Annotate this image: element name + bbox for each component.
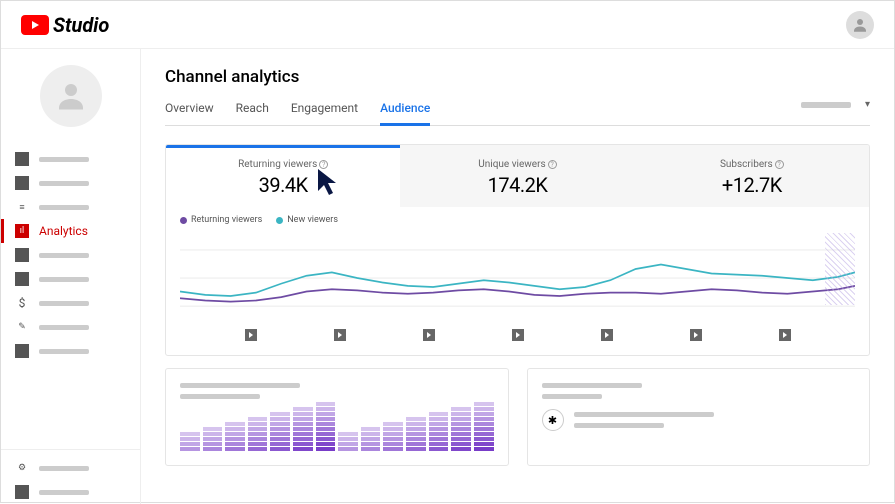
incomplete-data-region xyxy=(825,233,855,305)
cursor-icon xyxy=(316,167,342,197)
analytics-tabs: Overview Reach Engagement Audience ▾ xyxy=(165,101,870,126)
sidebar-item-analytics[interactable]: ıl Analytics xyxy=(1,219,140,243)
metric-unique-viewers[interactable]: Unique viewers? 174.2K xyxy=(400,145,634,207)
key-metrics-card: Returning viewers? 39.4K Unique viewers?… xyxy=(165,144,870,356)
channel-avatar[interactable] xyxy=(40,65,102,127)
sidebar-item-monetization[interactable]: $ xyxy=(1,291,140,315)
metric-returning-viewers[interactable]: Returning viewers? 39.4K xyxy=(166,145,400,207)
legend-returning: Returning viewers xyxy=(180,215,262,225)
tab-overview[interactable]: Overview xyxy=(165,101,214,125)
subtitle-icon xyxy=(15,272,29,286)
page-title: Channel analytics xyxy=(165,67,870,87)
sidebar-item-subtitles[interactable] xyxy=(1,267,140,291)
video-marker-icon[interactable] xyxy=(601,329,613,341)
metric-subscribers[interactable]: Subscribers? +12.7K xyxy=(635,145,869,207)
person-icon xyxy=(851,16,869,34)
sidebar-item-customization[interactable]: ✎ xyxy=(1,315,140,339)
person-icon xyxy=(53,78,89,114)
video-marker-icon[interactable] xyxy=(245,329,257,341)
play-square-icon xyxy=(15,176,29,190)
video-markers xyxy=(166,323,869,355)
metric-value: 174.2K xyxy=(406,173,628,197)
sidebar-item-content[interactable] xyxy=(1,171,140,195)
sidebar-item-audio[interactable] xyxy=(1,339,140,363)
video-marker-icon[interactable] xyxy=(423,329,435,341)
video-marker-icon[interactable] xyxy=(779,329,791,341)
sidebar-item-feedback[interactable] xyxy=(1,480,140,504)
video-marker-icon[interactable] xyxy=(334,329,346,341)
watch-time-card[interactable]: document.write(Array.from({length:14},(_… xyxy=(165,368,509,466)
main-content: Channel analytics Overview Reach Engagem… xyxy=(141,49,894,504)
viewers-line-chart[interactable] xyxy=(166,233,869,323)
metric-value: 39.4K xyxy=(172,173,394,197)
sidebar-item-playlists[interactable]: ≡ xyxy=(1,195,140,219)
date-range-picker[interactable] xyxy=(801,102,851,108)
sidebar-item-settings[interactable]: ⚙ xyxy=(1,456,140,480)
sidebar-item-comments[interactable] xyxy=(1,243,140,267)
brand-text: Studio xyxy=(53,13,109,37)
tab-reach[interactable]: Reach xyxy=(236,101,269,125)
gear-icon: ⚙ xyxy=(15,461,29,475)
metric-value: +12.7K xyxy=(641,173,863,197)
music-icon xyxy=(15,344,29,358)
feedback-icon xyxy=(15,485,29,499)
metric-label: Unique viewers xyxy=(478,159,545,170)
other-videos-card[interactable]: ✱ xyxy=(527,368,871,466)
tab-audience[interactable]: Audience xyxy=(380,101,430,126)
chevron-down-icon[interactable]: ▾ xyxy=(865,99,870,110)
youtube-icon xyxy=(21,15,49,35)
help-icon[interactable]: ? xyxy=(775,160,784,169)
studio-logo[interactable]: Studio xyxy=(21,13,109,37)
hourly-bar-chart: document.write(Array.from({length:14},(_… xyxy=(180,411,494,451)
analytics-icon: ıl xyxy=(15,224,29,238)
dollar-icon: $ xyxy=(15,296,29,310)
header: Studio xyxy=(1,1,894,49)
wand-icon: ✎ xyxy=(15,320,29,334)
metric-label: Subscribers xyxy=(720,159,773,170)
comment-icon xyxy=(15,248,29,262)
chart-legend: Returning viewers New viewers xyxy=(166,207,869,233)
sidebar-item-dashboard[interactable] xyxy=(1,147,140,171)
account-avatar[interactable] xyxy=(846,11,874,39)
info-icon: ✱ xyxy=(542,409,564,431)
list-icon: ≡ xyxy=(15,200,29,214)
help-icon[interactable]: ? xyxy=(548,160,557,169)
tab-engagement[interactable]: Engagement xyxy=(291,101,358,125)
dashboard-icon xyxy=(15,152,29,166)
sidebar: ≡ ıl Analytics $ ✎ ⚙ xyxy=(1,49,141,504)
legend-new: New viewers xyxy=(276,215,338,225)
video-marker-icon[interactable] xyxy=(512,329,524,341)
video-marker-icon[interactable] xyxy=(690,329,702,341)
metric-label: Returning viewers xyxy=(238,159,317,170)
sidebar-label: Analytics xyxy=(39,224,88,238)
